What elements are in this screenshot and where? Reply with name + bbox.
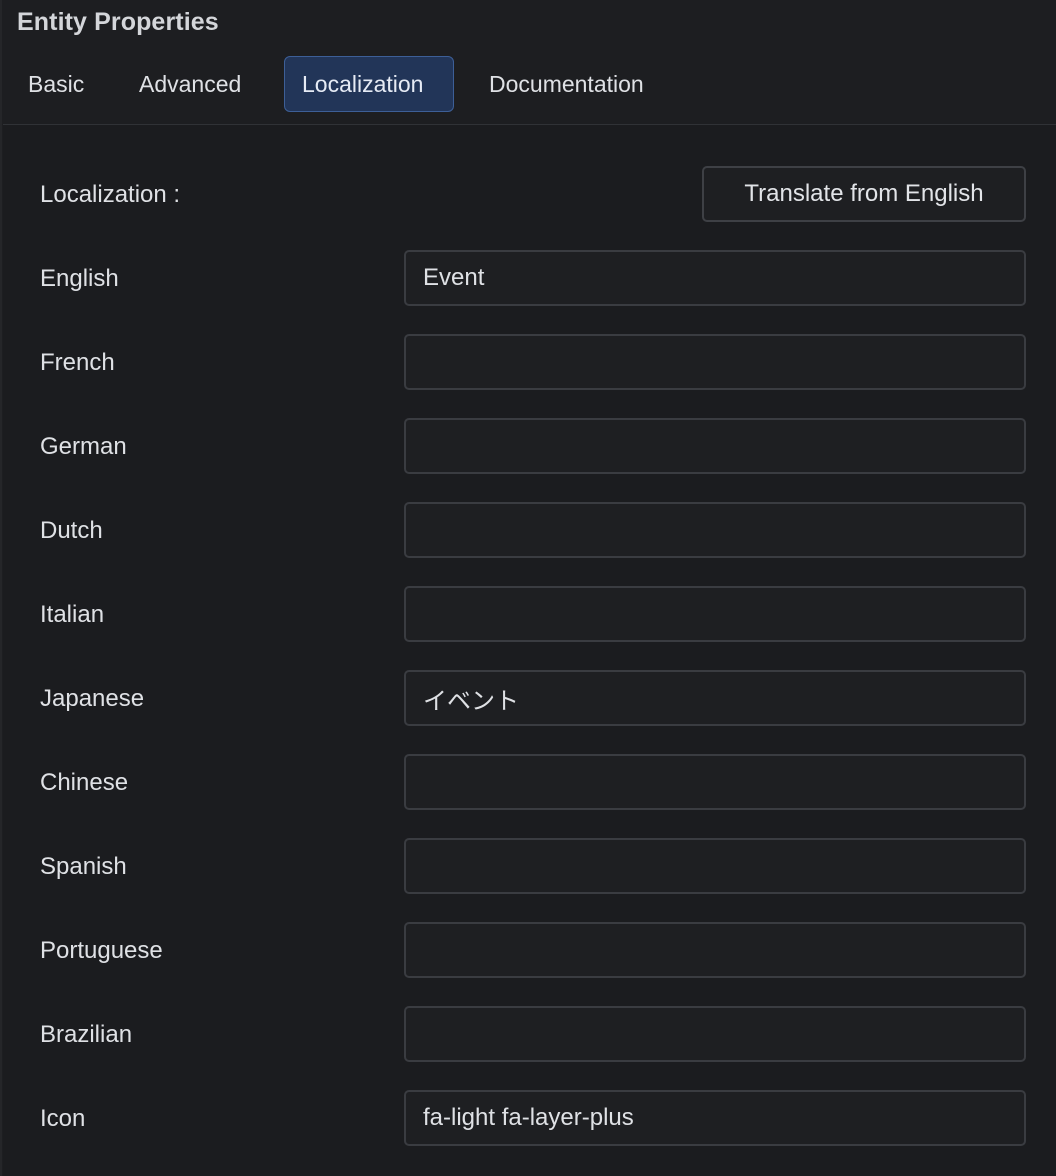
spanish-field[interactable] (404, 838, 1026, 894)
label-chinese: Chinese (40, 769, 129, 796)
label-spanish: Spanish (40, 853, 127, 880)
label-italian: Italian (40, 601, 105, 628)
tab-advanced[interactable]: Advanced (121, 56, 259, 112)
label-french: French (40, 349, 115, 376)
entity-properties-panel: Entity Properties Basic Advanced Localiz… (0, 0, 1056, 1176)
label-brazilian: Brazilian (40, 1021, 133, 1048)
german-field[interactable] (404, 418, 1026, 474)
chinese-field[interactable] (404, 754, 1026, 810)
italian-field[interactable] (404, 586, 1026, 642)
tab-documentation[interactable]: Documentation (471, 56, 662, 112)
icon-field[interactable] (404, 1090, 1026, 1146)
english-field[interactable] (404, 250, 1026, 306)
label-icon: Icon (40, 1105, 86, 1132)
panel-left-border (0, 0, 2, 1176)
tab-basic[interactable]: Basic (10, 56, 102, 112)
japanese-field[interactable] (404, 670, 1026, 726)
dutch-field[interactable] (404, 502, 1026, 558)
label-german: German (40, 433, 127, 460)
label-japanese: Japanese (40, 685, 145, 712)
panel-title: Entity Properties (17, 8, 219, 36)
portuguese-field[interactable] (404, 922, 1026, 978)
french-field[interactable] (404, 334, 1026, 390)
tab-localization[interactable]: Localization (284, 56, 454, 112)
label-portuguese: Portuguese (40, 937, 163, 964)
label-dutch: Dutch (40, 517, 103, 544)
brazilian-field[interactable] (404, 1006, 1026, 1062)
tab-bar: Basic Advanced Localization Documentatio… (0, 56, 1056, 112)
localization-section-label: Localization : (40, 181, 181, 208)
label-english: English (40, 265, 119, 292)
translate-from-english-button[interactable]: Translate from English (702, 166, 1026, 222)
